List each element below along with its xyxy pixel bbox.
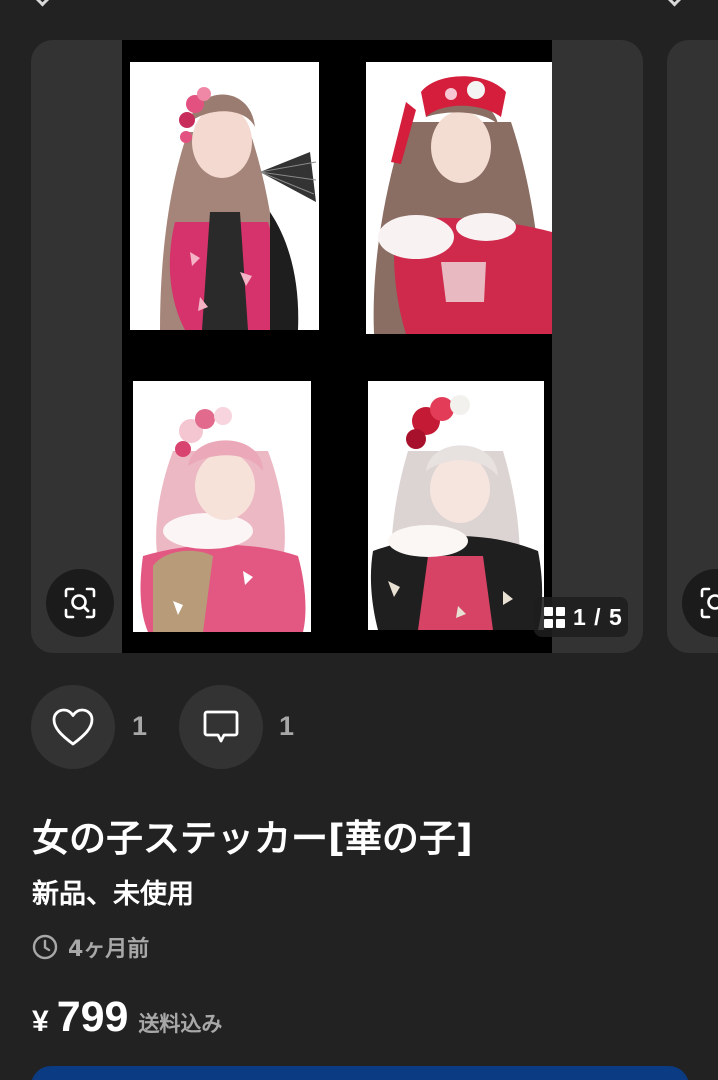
purchase-button[interactable] — [31, 1066, 689, 1080]
carousel-card-current[interactable] — [31, 40, 643, 653]
sticker-image-bow-girl — [366, 62, 552, 334]
item-title: 女の子ステッカー[華の子] — [32, 817, 473, 860]
comment-count: 1 — [279, 711, 295, 741]
shipping-note: 送料込み — [138, 1012, 223, 1036]
chevron-down-icon[interactable] — [30, 0, 55, 7]
clock-icon — [32, 934, 58, 960]
chevron-down-icon[interactable] — [662, 0, 687, 7]
image-search-button[interactable] — [682, 569, 718, 637]
grid-icon — [544, 606, 565, 628]
image-search-icon — [700, 587, 718, 619]
carousel-card-next[interactable] — [667, 40, 718, 653]
sticker-image-fan-girl — [130, 62, 319, 330]
comment-button[interactable] — [179, 685, 263, 769]
comment-icon — [203, 710, 239, 743]
sticker-image-white-hair-girl — [368, 381, 544, 630]
image-search-button[interactable] — [46, 569, 114, 637]
image-counter-badge[interactable]: 1 / 5 — [534, 597, 628, 637]
image-search-icon — [64, 587, 96, 619]
image-carousel[interactable]: 1 / 5 — [0, 40, 718, 654]
image-counter-text: 1 / 5 — [573, 603, 623, 630]
like-button[interactable] — [31, 685, 115, 769]
like-count: 1 — [132, 711, 148, 741]
item-detail-page: 1 / 5 1 1 女の子ステッカー[華の子] 新品、未使用 4ヶ月前 ¥ 79… — [0, 0, 718, 1080]
product-photo[interactable] — [122, 40, 552, 653]
top-nav-remnant — [0, 0, 718, 7]
price: ¥ 799 送料込み — [32, 993, 222, 1042]
price-amount: 799 — [56, 993, 129, 1041]
sticker-image-pink-girl — [133, 381, 311, 632]
heart-icon — [52, 708, 94, 746]
posted-time: 4ヶ月前 — [32, 932, 149, 962]
price-currency: ¥ — [32, 1005, 49, 1038]
posted-time-text: 4ヶ月前 — [68, 937, 150, 962]
item-condition: 新品、未使用 — [32, 879, 194, 910]
